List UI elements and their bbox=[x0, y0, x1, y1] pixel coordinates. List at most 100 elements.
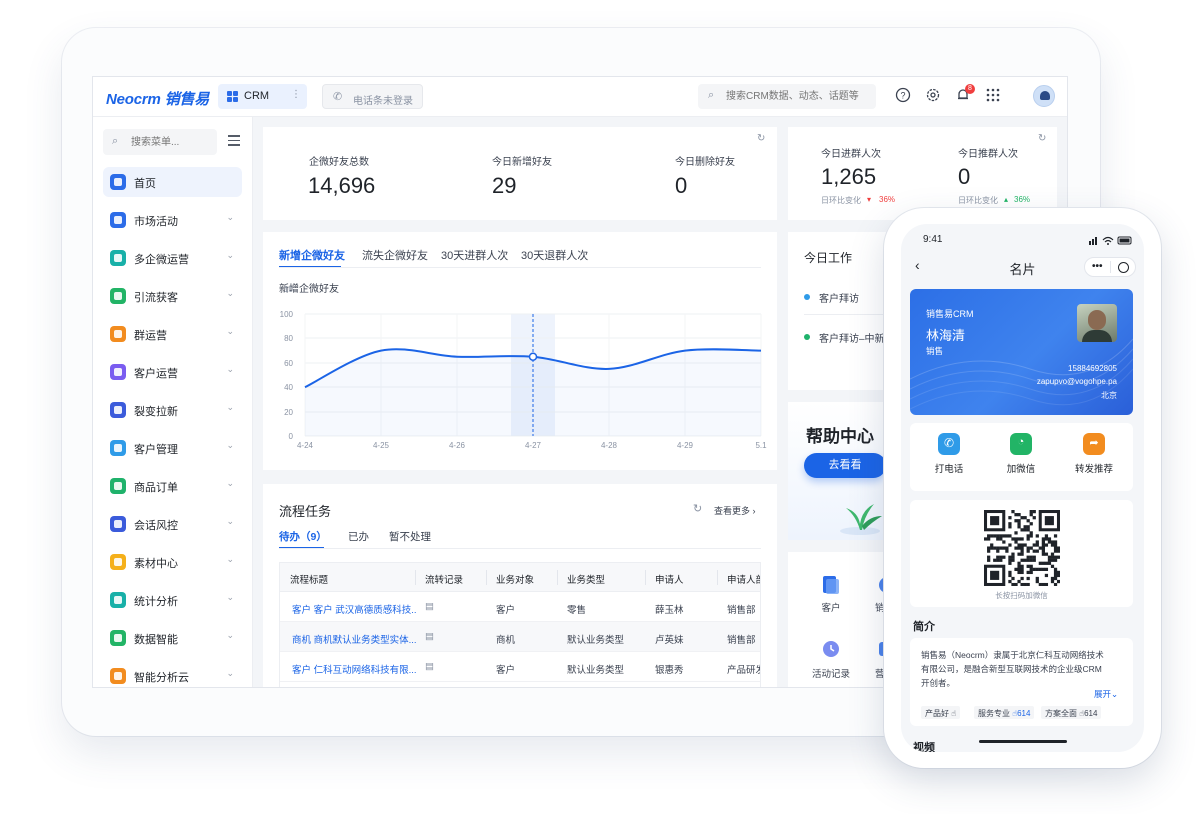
phone-bar-status[interactable]: ✆ 电话条未登录 bbox=[322, 84, 423, 109]
sidebar-item-label: 素材中心 bbox=[134, 558, 178, 570]
today-work-title: 今日工作 bbox=[804, 251, 853, 265]
tab-skip[interactable]: 暂不处理 bbox=[389, 529, 431, 544]
menu-search-input[interactable] bbox=[131, 134, 211, 150]
sidebar-item-customer-mgmt[interactable]: 客户管理 ⌄ bbox=[103, 433, 242, 463]
process-tasks-card: 流程任务 ↻ 查看更多 › 待办（9） 已办 暂不处理 流程标题 流转记录 业务对象… bbox=[263, 484, 777, 687]
tag-chip[interactable]: 产品好 ☝ bbox=[921, 706, 961, 719]
column-separator bbox=[486, 570, 487, 585]
apps-grid-icon[interactable] bbox=[983, 87, 1003, 107]
sidebar-item-group-ops[interactable]: 群运营 ⌄ bbox=[103, 319, 242, 349]
card-role: 销售 bbox=[926, 346, 944, 356]
sidebar-item-label: 数据智能 bbox=[134, 634, 178, 646]
quick-link-label[interactable]: 活动记录 bbox=[804, 666, 858, 680]
tag-chip[interactable]: 方案全面 ☝614 bbox=[1041, 706, 1102, 719]
y-tick-label: 60 bbox=[284, 359, 293, 368]
menu-collapse-icon[interactable] bbox=[228, 135, 240, 146]
process-title-link[interactable]: 商机 商机默认业务类型实体... bbox=[292, 632, 417, 646]
tag-chip[interactable]: 服务专业 ☝614 bbox=[974, 706, 1035, 719]
change-label: 日环比变化 bbox=[958, 196, 998, 205]
quick-link-label[interactable]: 客户 bbox=[810, 600, 852, 614]
activity-record-icon[interactable] bbox=[820, 638, 842, 660]
chevron-down-icon: ⌄ bbox=[226, 364, 234, 374]
sidebar-item-smart-cloud[interactable]: 智能分析云 ⌄ bbox=[103, 661, 242, 687]
status-icons bbox=[1089, 236, 1132, 245]
wechat-stats-card: ↻ 企微好友总数 14,696 今日新增好友 29 今日删除好友 0 bbox=[263, 127, 777, 220]
refresh-icon[interactable]: ↻ bbox=[757, 133, 765, 144]
search-icon: ⌕ bbox=[708, 89, 715, 101]
sidebar-item-product-orders[interactable]: 商品订单 ⌄ bbox=[103, 471, 242, 501]
call-button[interactable]: ✆ 打电话 bbox=[919, 433, 979, 475]
action-label: 转发推荐 bbox=[1074, 464, 1113, 475]
sidebar-item-home[interactable]: 首页 bbox=[103, 167, 242, 197]
qr-section: 长按扫码加微信 bbox=[910, 500, 1133, 607]
tab-todo[interactable]: 待办（9） bbox=[279, 529, 327, 544]
y-tick-label: 20 bbox=[284, 408, 293, 417]
add-wechat-button[interactable]: ◔ 加微信 bbox=[991, 433, 1051, 475]
work-item[interactable]: 客户拜访–中新 bbox=[819, 330, 885, 345]
sidebar-item-market-activity[interactable]: 市场活动 ⌄ bbox=[103, 205, 242, 235]
chart-card: 新增企微好友 流失企微好友 30天进群人次 30天退群人次 新增企微好友 10 1… bbox=[263, 232, 777, 470]
global-search[interactable]: ⌕ bbox=[698, 84, 876, 109]
intro-text: 销售易（Neocrm）隶属于北京仁科互动网络技术 bbox=[921, 650, 1104, 660]
gear-icon[interactable] bbox=[923, 87, 943, 107]
flow-record-icon[interactable]: ▤ bbox=[425, 631, 434, 642]
sidebar-item-label: 客户运营 bbox=[134, 368, 178, 380]
table-cell: 客户 bbox=[496, 665, 516, 676]
divider bbox=[1110, 261, 1111, 273]
column-separator bbox=[415, 570, 416, 585]
thumbs-up-icon: ☝ bbox=[951, 709, 957, 718]
flow-record-icon[interactable]: ▤ bbox=[425, 661, 434, 672]
market-activity-icon bbox=[110, 212, 126, 228]
user-avatar[interactable] bbox=[1033, 85, 1055, 107]
refresh-icon[interactable]: ↻ bbox=[693, 502, 702, 515]
sidebar-item-session-risk[interactable]: 会话风控 ⌄ bbox=[103, 509, 242, 539]
logo[interactable]: Neocrm 销售易 bbox=[106, 88, 209, 109]
flow-record-icon[interactable]: ▤ bbox=[425, 601, 434, 612]
help-icon[interactable]: ? bbox=[893, 87, 913, 107]
customer-icon[interactable] bbox=[820, 574, 842, 596]
product-orders-icon bbox=[110, 478, 126, 494]
sidebar-item-label: 客户管理 bbox=[134, 444, 178, 456]
refresh-icon[interactable]: ↻ bbox=[1038, 133, 1046, 144]
tag-count: 614 bbox=[1017, 709, 1031, 718]
sidebar-item-label: 群运营 bbox=[134, 330, 167, 342]
chevron-down-icon: ⌄ bbox=[226, 212, 234, 222]
card-city: 北京 bbox=[1101, 391, 1117, 400]
table-cell: 银惠秀 bbox=[655, 665, 684, 676]
expand-link[interactable]: 展开⌄ bbox=[1094, 688, 1118, 700]
more-icon[interactable]: ••• bbox=[1092, 261, 1103, 272]
app-switcher[interactable]: CRM ⋮ bbox=[218, 84, 307, 109]
forward-button[interactable]: ➦ 转发推荐 bbox=[1064, 433, 1124, 475]
card-phone[interactable]: 15884692805 bbox=[1068, 364, 1117, 373]
x-tick-label: 4-24 bbox=[297, 441, 314, 450]
sidebar-item-lead-gen[interactable]: 引流获客 ⌄ bbox=[103, 281, 242, 311]
table-cell: 产品研发 bbox=[727, 665, 760, 676]
more-icon[interactable]: ⋮ bbox=[291, 89, 301, 100]
stat-value: 0 bbox=[675, 173, 688, 198]
sidebar-item-material-center[interactable]: 素材中心 ⌄ bbox=[103, 547, 242, 577]
process-title-link[interactable]: 客户 客户 武汉高德质感科技... bbox=[292, 602, 417, 616]
global-search-input[interactable] bbox=[726, 88, 871, 105]
mobile-screen: 9:41 ‹ 名片 ••• 销售易CRM 林海清 销售 15884692805 … bbox=[901, 224, 1144, 752]
sidebar-item-stats-analysis[interactable]: 统计分析 ⌄ bbox=[103, 585, 242, 615]
sidebar-item-customer-ops[interactable]: 客户运营 ⌄ bbox=[103, 357, 242, 387]
sidebar-item-label: 首页 bbox=[134, 178, 156, 190]
stat-value: 1,265 bbox=[821, 164, 877, 189]
process-title-link[interactable]: 客户 仁科互动网络科技有限... bbox=[292, 662, 417, 676]
sidebar-item-data-intel[interactable]: 数据智能 ⌄ bbox=[103, 623, 242, 653]
sidebar-item-multi-wecom[interactable]: 多企微运营 ⌄ bbox=[103, 243, 242, 273]
card-email[interactable]: zapupvo@vogohpe.pa bbox=[1037, 377, 1117, 386]
sidebar-item-fission[interactable]: 裂变拉新 ⌄ bbox=[103, 395, 242, 425]
menu-search[interactable]: ⌕ bbox=[103, 129, 217, 155]
go-look-button[interactable]: 去看看 bbox=[804, 453, 886, 478]
stat-label: 今日推群人次 bbox=[958, 149, 1018, 160]
bell-icon[interactable]: 8 bbox=[953, 84, 975, 107]
sidebar-item-label: 统计分析 bbox=[134, 596, 178, 608]
qr-code[interactable] bbox=[984, 510, 1060, 586]
work-item[interactable]: 客户拜访 bbox=[819, 290, 859, 305]
chevron-down-icon: ⌄ bbox=[1111, 689, 1119, 699]
view-more-link[interactable]: 查看更多 › bbox=[714, 504, 756, 517]
tag-label: 方案全面 bbox=[1045, 709, 1077, 718]
close-mini-icon[interactable] bbox=[1118, 262, 1129, 273]
tab-done[interactable]: 已办 bbox=[348, 529, 369, 544]
